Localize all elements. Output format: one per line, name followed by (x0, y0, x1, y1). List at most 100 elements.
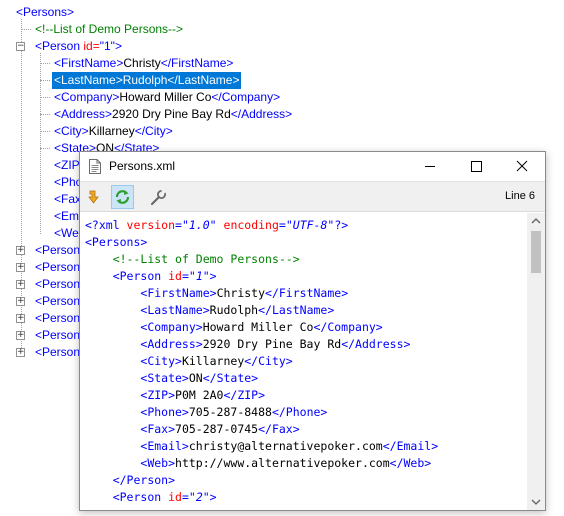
vertical-scrollbar[interactable] (527, 213, 545, 510)
tree-node-open-tag: <Fax (54, 192, 82, 206)
code-line[interactable]: <Web>http://www.alternativepoker.com</We… (85, 455, 431, 472)
collapse-icon[interactable]: − (16, 42, 25, 51)
code-token: id (168, 490, 182, 504)
tree-node-open-tag: <Company> (54, 90, 120, 104)
tree-node-text: Howard Miller Co (119, 90, 212, 104)
tree-node-person[interactable]: <Person (35, 242, 80, 259)
close-button[interactable] (499, 152, 545, 181)
expand-icon[interactable]: + (16, 348, 25, 357)
code-line[interactable]: <Address>2920 Dry Pine Bay Rd</Address> (85, 336, 410, 353)
tree-node-person[interactable]: <Person (35, 293, 80, 310)
code-line[interactable]: <State>ON</State> (85, 370, 258, 387)
chevron-up-icon (531, 218, 541, 224)
code-line[interactable]: <Person id="1"> (85, 268, 217, 285)
code-line[interactable]: <Company>Howard Miller Co</Company> (85, 319, 383, 336)
code-token: version (126, 218, 176, 232)
expand-icon[interactable]: + (16, 280, 25, 289)
code-token: > (209, 269, 217, 283)
scroll-up-button[interactable] (527, 213, 545, 230)
tree-node-person[interactable]: <Person (35, 344, 80, 361)
code-token: <ZIP> (140, 388, 176, 402)
tree-node-address[interactable]: <Address>2920 Dry Pine Bay Rd</Address> (54, 106, 292, 123)
code-line[interactable]: <Email>christy@alternativepoker.com</Ema… (85, 438, 438, 455)
tree-node-person[interactable]: <Person (35, 259, 80, 276)
tree-node-attr: id= (83, 39, 100, 53)
code-line[interactable]: <!--List of Demo Persons--> (85, 251, 300, 268)
code-token: </LastName> (258, 303, 335, 317)
code-token: </Address> (341, 337, 411, 351)
code-line[interactable]: <Phone>705-287-8488</Phone> (85, 404, 327, 421)
expand-icon[interactable]: + (16, 263, 25, 272)
tree-node-open-tag: <Address> (54, 107, 113, 121)
tree-node-attr-value: "1" (99, 39, 115, 53)
code-token: http://www.alternativepoker.com (175, 456, 390, 470)
scroll-down-button[interactable] (527, 493, 545, 510)
code-line[interactable]: <LastName>Rudolph</LastName> (85, 302, 334, 319)
expand-icon[interactable]: + (16, 297, 25, 306)
sync-down-button[interactable] (83, 185, 106, 209)
tree-node-open-tag: <ZIP (54, 158, 80, 172)
code-token: </Web> (389, 456, 432, 470)
tree-node-zip[interactable]: <ZIP (54, 157, 80, 174)
code-token: <FirstName> (140, 286, 217, 300)
scroll-thumb[interactable] (531, 231, 541, 273)
tree-node-open-tag: <We (54, 226, 79, 240)
code-line[interactable]: <?xml version="1.0" encoding="UTF-8"?> (85, 217, 348, 234)
code-line[interactable]: <ZIP>P0M 2A0</ZIP> (85, 387, 265, 404)
tree-node-person-1[interactable]: <Person id="1"> (35, 38, 122, 55)
refresh-button[interactable] (111, 185, 134, 209)
code-token: 705-287-8488 (188, 405, 272, 419)
xml-viewer-window[interactable]: Persons.xml Line 6 <?xml version="1.0" e… (79, 151, 546, 511)
tree-node-city[interactable]: <City>Killarney</City> (54, 123, 173, 140)
tree-node-open-tag: <LastName> (54, 73, 123, 87)
code-line[interactable]: <Persons> (85, 234, 147, 251)
code-line[interactable]: <City>Killarney</City> (85, 353, 292, 370)
tree-node-text: Christy (123, 56, 161, 70)
tree-node-firstname[interactable]: <FirstName>Christy</FirstName> (54, 55, 233, 72)
chevron-down-icon (531, 499, 541, 505)
tree-node-label-end: > (114, 39, 122, 53)
tree-node-person[interactable]: <Person (35, 327, 80, 344)
code-line[interactable]: <FirstName>Christy</FirstName> (85, 285, 348, 302)
code-line[interactable]: <Person id="2"> (85, 489, 217, 506)
code-token: encoding (223, 218, 279, 232)
close-icon (516, 160, 528, 172)
expand-icon[interactable]: + (16, 246, 25, 255)
expand-icon[interactable]: + (16, 314, 25, 323)
code-token: <Email> (140, 439, 189, 453)
tree-node-lastname-selected[interactable]: <LastName>Rudolph</LastName> (52, 72, 242, 89)
code-line[interactable]: </Person> (85, 472, 175, 489)
code-token: <State> (140, 371, 189, 385)
tree-node-persons[interactable]: <Persons> (16, 4, 74, 21)
tree-node-person[interactable]: <Person (35, 276, 80, 293)
tree-node-fax[interactable]: <Fax (54, 191, 81, 208)
maximize-button[interactable] (453, 152, 499, 181)
code-line[interactable]: <Fax>705-287-0745</Fax> (85, 421, 299, 438)
minimize-button[interactable] (407, 152, 453, 181)
document-icon (89, 159, 101, 174)
tree-node-person[interactable]: <Person (35, 310, 80, 327)
code-token: P0M 2A0 (175, 388, 224, 402)
code-token: Christy (216, 286, 266, 300)
expand-icon[interactable]: + (16, 331, 25, 340)
tree-node-label: <Person (35, 243, 81, 257)
tree-node-close-tag: </FirstName> (160, 56, 234, 70)
tree-node-company[interactable]: <Company>Howard Miller Co</Company> (54, 89, 280, 106)
title-bar[interactable]: Persons.xml (80, 152, 545, 181)
tree-node-text: Killarney (88, 124, 135, 138)
code-token: christy@alternativepoker.com (188, 439, 383, 453)
xml-editor[interactable]: <?xml version="1.0" encoding="UTF-8"?> <P… (80, 213, 527, 510)
tree-node-web[interactable]: <We (54, 225, 79, 242)
settings-button[interactable] (147, 185, 170, 209)
code-token: <?xml (85, 218, 127, 232)
tree-node-comment[interactable]: <!--List of Demo Persons--> (35, 21, 183, 38)
code-token: </Company> (313, 320, 383, 334)
code-token: Killarney (181, 354, 245, 368)
